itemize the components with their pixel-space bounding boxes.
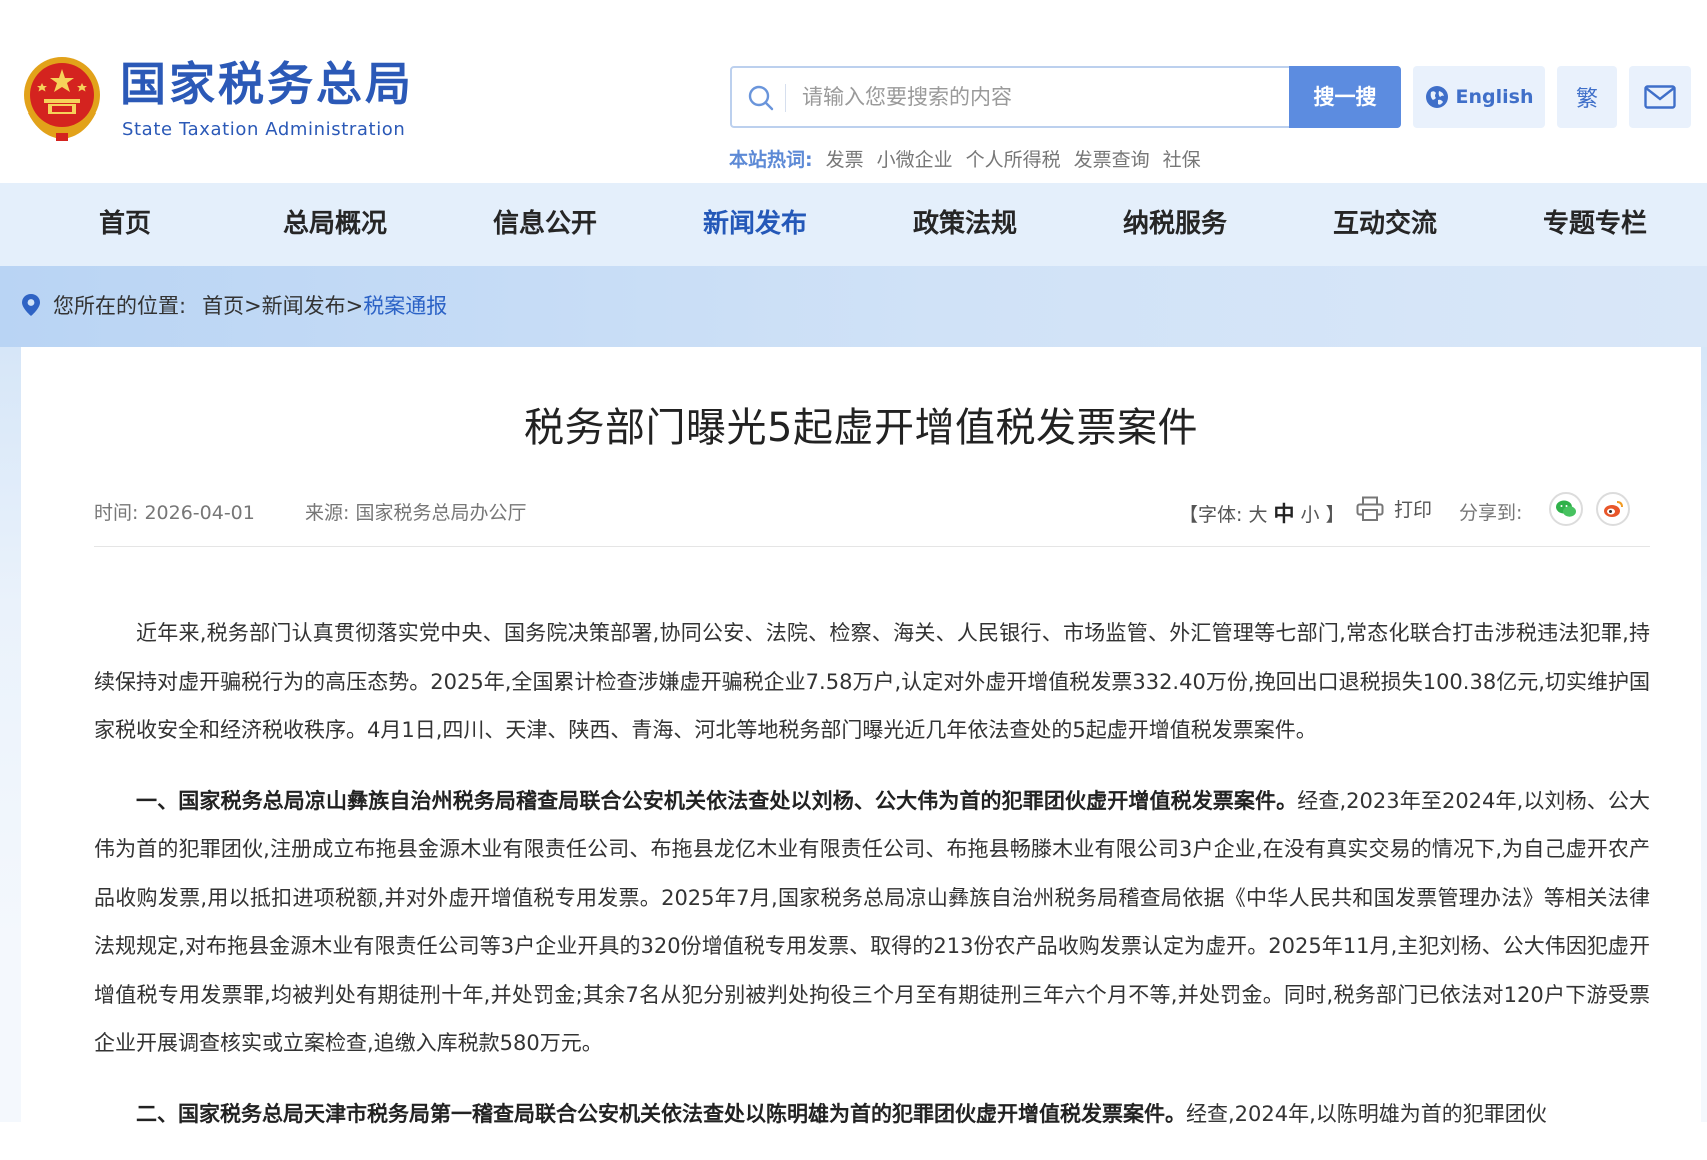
nav-item-overview[interactable]: 总局概况 — [245, 183, 425, 266]
nav-item-info[interactable]: 信息公开 — [455, 183, 635, 266]
english-button[interactable]: English — [1413, 66, 1545, 128]
font-size-control[interactable]: 【字体: 大 中 小 】 — [1179, 498, 1345, 528]
nav-item-news[interactable]: 新闻发布 — [665, 183, 845, 266]
breadcrumb-band: 您所在的位置: 首页>新闻发布> 税案通报 — [0, 266, 1707, 348]
print-button[interactable]: 打印 — [1356, 495, 1432, 522]
meta-divider — [94, 546, 1650, 547]
wechat-icon — [1556, 500, 1576, 517]
article-source: 来源: 国家税务总局办公厅 — [305, 502, 527, 524]
article-card: 税务部门曝光5起虚开增值税发票案件 时间: 2026-04-01 来源: 国家税… — [21, 347, 1701, 1126]
traditional-chinese-button[interactable]: 繁 — [1557, 66, 1617, 128]
nav-item-home[interactable]: 首页 — [35, 183, 215, 266]
breadcrumb-current[interactable]: 税案通报 — [363, 290, 447, 320]
weibo-icon — [1604, 501, 1623, 517]
breadcrumb: 您所在的位置: 首页>新闻发布> 税案通报 — [21, 290, 447, 320]
globe-icon — [1425, 86, 1448, 108]
case-text: 经查,2023年至2024年,以刘杨、公大伟为首的犯罪团伙,注册成立布拖县金源木… — [94, 788, 1650, 1056]
case-heading: 一、国家税务总局凉山彝族自治州税务局稽查局联合公安机关依法查处以刘杨、公大伟为首… — [136, 788, 1298, 813]
search-button[interactable]: 搜一搜 — [1289, 66, 1401, 128]
breadcrumb-label: 您所在的位置: — [53, 294, 187, 318]
mail-icon — [1644, 85, 1676, 109]
hot-word[interactable]: 小微企业 — [877, 145, 953, 172]
logo-text-cn[interactable]: 国家税务总局 — [120, 58, 414, 111]
site-header: 国家税务总局 State Taxation Administration 搜一搜… — [0, 0, 1707, 183]
font-size-suffix: 小 】 — [1294, 504, 1345, 526]
hot-word[interactable]: 社保 — [1163, 145, 1201, 172]
search-icon — [748, 85, 774, 111]
publish-time: 时间: 2026-04-01 — [94, 502, 255, 524]
national-emblem-icon[interactable] — [20, 55, 104, 142]
breadcrumb-path[interactable]: 首页>新闻发布> — [202, 290, 363, 320]
printer-icon — [1356, 496, 1384, 521]
search-divider — [785, 84, 786, 112]
nav-item-interaction[interactable]: 互动交流 — [1295, 183, 1475, 266]
location-pin-icon — [22, 294, 40, 316]
share-label: 分享到: — [1459, 502, 1523, 524]
nav-item-policy[interactable]: 政策法规 — [875, 183, 1055, 266]
hot-words: 本站热词: 发票 小微企业 个人所得税 发票查询 社保 — [729, 145, 1201, 172]
nav-item-topics[interactable]: 专题专栏 — [1505, 183, 1685, 266]
hot-words-label: 本站热词: — [729, 149, 813, 171]
hot-word[interactable]: 发票查询 — [1074, 145, 1150, 172]
main-nav: 首页 总局概况 信息公开 新闻发布 政策法规 纳税服务 互动交流 专题专栏 — [0, 183, 1707, 266]
font-size-prefix: 【字体: 大 — [1179, 504, 1274, 526]
print-label: 打印 — [1394, 499, 1433, 521]
article-meta: 时间: 2026-04-01 来源: 国家税务总局办公厅 【字体: 大 中 小 … — [94, 492, 1650, 542]
paragraph: 二、国家税务总局天津市税务局第一稽查局联合公安机关依法查处以陈明雄为首的犯罪团伙… — [94, 1090, 1650, 1139]
weibo-share-button[interactable] — [1596, 492, 1630, 526]
search-input[interactable] — [802, 79, 1302, 115]
paragraph: 近年来,税务部门认真贯彻落实党中央、国务院决策部署,协同公安、法院、检察、海关、… — [94, 621, 1650, 742]
hot-word[interactable]: 发票 — [826, 145, 864, 172]
english-label: English — [1455, 86, 1534, 108]
nav-item-service[interactable]: 纳税服务 — [1085, 183, 1265, 266]
logo-text-en[interactable]: State Taxation Administration — [122, 119, 405, 140]
wechat-share-button[interactable] — [1549, 492, 1583, 526]
paragraph: 一、国家税务总局凉山彝族自治州税务局稽查局联合公安机关依法查处以刘杨、公大伟为首… — [94, 777, 1650, 1068]
article-body: 近年来,税务部门认真贯彻落实党中央、国务院决策部署,协同公安、法院、检察、海关、… — [94, 609, 1650, 1160]
font-size-medium[interactable]: 中 — [1273, 502, 1294, 526]
hot-word[interactable]: 个人所得税 — [966, 145, 1061, 172]
mail-button[interactable] — [1629, 66, 1691, 128]
article-title: 税务部门曝光5起虚开增值税发票案件 — [524, 405, 1198, 451]
